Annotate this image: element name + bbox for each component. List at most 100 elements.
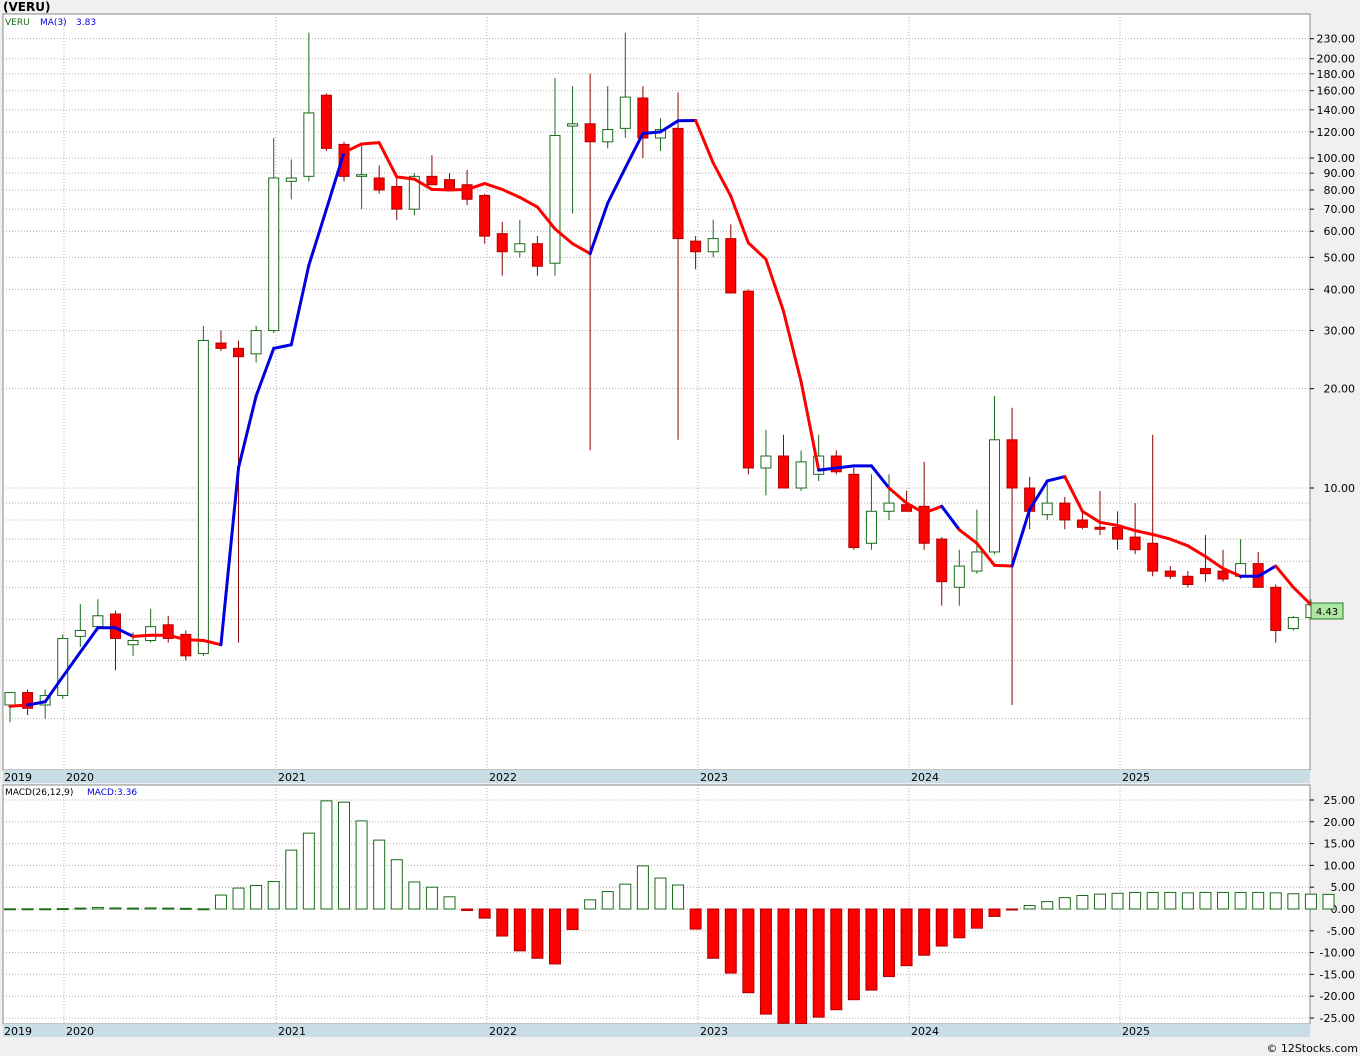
candle-body <box>865 510 877 544</box>
macd-tick-label: -5.00 <box>1327 925 1355 938</box>
x-tick-label-bottom: 2025 <box>1122 1025 1150 1038</box>
macd-bar <box>513 908 526 952</box>
macd-bar <box>373 839 386 910</box>
macd-bar <box>548 908 561 965</box>
macd-bar <box>619 883 632 910</box>
candle-body <box>1129 536 1141 551</box>
macd-bar <box>1252 891 1265 910</box>
macd-bar <box>109 907 122 910</box>
macd-bar <box>935 908 948 947</box>
candle-body <box>619 96 631 129</box>
chart-title: (VERU) <box>3 0 50 14</box>
candle-body <box>1112 526 1124 540</box>
ma-segment <box>8 703 30 708</box>
candle-body <box>1094 526 1106 530</box>
macd-bar <box>953 908 966 939</box>
macd-bar <box>21 908 34 911</box>
macd-bar <box>636 865 649 910</box>
macd-bar <box>795 908 808 1025</box>
candle-body <box>778 455 790 489</box>
macd-bar <box>1023 905 1036 910</box>
macd-bar <box>988 908 1001 917</box>
ma-segment <box>430 187 451 192</box>
macd-bar <box>56 908 69 911</box>
ma-segment <box>992 563 1014 568</box>
ma-segment <box>131 633 153 638</box>
candle-body <box>1041 502 1053 516</box>
price-tick-label: 30.00 <box>1324 325 1356 338</box>
candle-body <box>233 347 245 358</box>
macd-bar <box>1146 891 1159 910</box>
macd-bar <box>443 896 456 910</box>
macd-bar <box>197 908 210 911</box>
candle-body <box>953 565 965 588</box>
candle-body <box>988 439 1000 553</box>
x-tick-label-top: 2020 <box>66 771 94 784</box>
price-tick-label: 10.00 <box>1324 482 1356 495</box>
candle-body <box>1270 586 1282 631</box>
price-tick-label: 100.00 <box>1317 152 1356 165</box>
macd-bar <box>1129 891 1142 910</box>
x-tick-label-top: 2021 <box>278 771 306 784</box>
price-tag: 4.43 <box>1316 607 1338 618</box>
candle <box>742 289 754 475</box>
candle-body <box>707 238 719 253</box>
macd-bar <box>390 859 403 910</box>
candle-body <box>1199 568 1211 575</box>
candle-body <box>215 342 227 349</box>
candle-body <box>690 240 702 253</box>
macd-bar <box>338 801 351 910</box>
x-tick-label-top: 2022 <box>489 771 517 784</box>
candle <box>1287 615 1299 631</box>
candle-body <box>127 640 139 646</box>
price-tick-label: 50.00 <box>1324 251 1356 264</box>
price-tick-label: 70.00 <box>1324 203 1356 216</box>
candle-body <box>57 637 69 697</box>
candle-body <box>883 502 895 512</box>
x-tick-label-bottom: 2024 <box>911 1025 939 1038</box>
candle-body <box>672 127 684 240</box>
macd-bar <box>267 881 280 910</box>
macd-bar <box>461 908 474 912</box>
macd-bar <box>1111 892 1124 910</box>
x-tick-label-top: 2023 <box>700 771 728 784</box>
macd-bar <box>127 907 140 910</box>
macd-bar <box>250 884 263 910</box>
candle-body <box>4 692 16 706</box>
legend-symbol: VERU <box>5 18 30 28</box>
macd-bar <box>1217 891 1230 910</box>
candle-body <box>725 238 737 294</box>
macd-bar <box>601 891 614 910</box>
price-tick-label: 140.00 <box>1317 104 1356 117</box>
candle-body <box>479 194 491 237</box>
candle <box>197 325 209 656</box>
macd-bar <box>320 800 333 910</box>
candle-body <box>1076 519 1088 528</box>
macd-bar <box>777 908 790 1024</box>
ma-segment <box>834 464 856 470</box>
macd-bar <box>689 908 702 930</box>
macd-legend-value: MACD:3.36 <box>87 788 137 798</box>
candle-body <box>602 129 614 143</box>
macd-tick-label: -20.00 <box>1320 990 1355 1003</box>
candle-body <box>1147 542 1159 572</box>
price-tick-label: 230.00 <box>1317 33 1356 46</box>
macd-bar <box>724 908 737 974</box>
macd-tick-label: -25.00 <box>1320 1012 1355 1025</box>
macd-bar <box>1041 901 1054 910</box>
macd-bar <box>214 894 227 910</box>
price-tick-label: 200.00 <box>1317 53 1356 66</box>
x-axis-band-top <box>3 770 1310 783</box>
legend-ma-value: 3.83 <box>76 18 96 28</box>
candle-body <box>285 177 297 182</box>
candle-body <box>1006 439 1018 489</box>
price-tick-label: 120.00 <box>1317 126 1356 139</box>
macd-bar <box>830 908 843 1011</box>
ma-segment <box>184 638 205 643</box>
macd-bar <box>707 908 720 959</box>
x-tick-label-bottom: 2022 <box>489 1025 517 1038</box>
macd-bar <box>425 886 438 910</box>
candle-body <box>145 626 157 642</box>
macd-bar <box>759 908 772 1015</box>
candle-body <box>92 615 104 628</box>
